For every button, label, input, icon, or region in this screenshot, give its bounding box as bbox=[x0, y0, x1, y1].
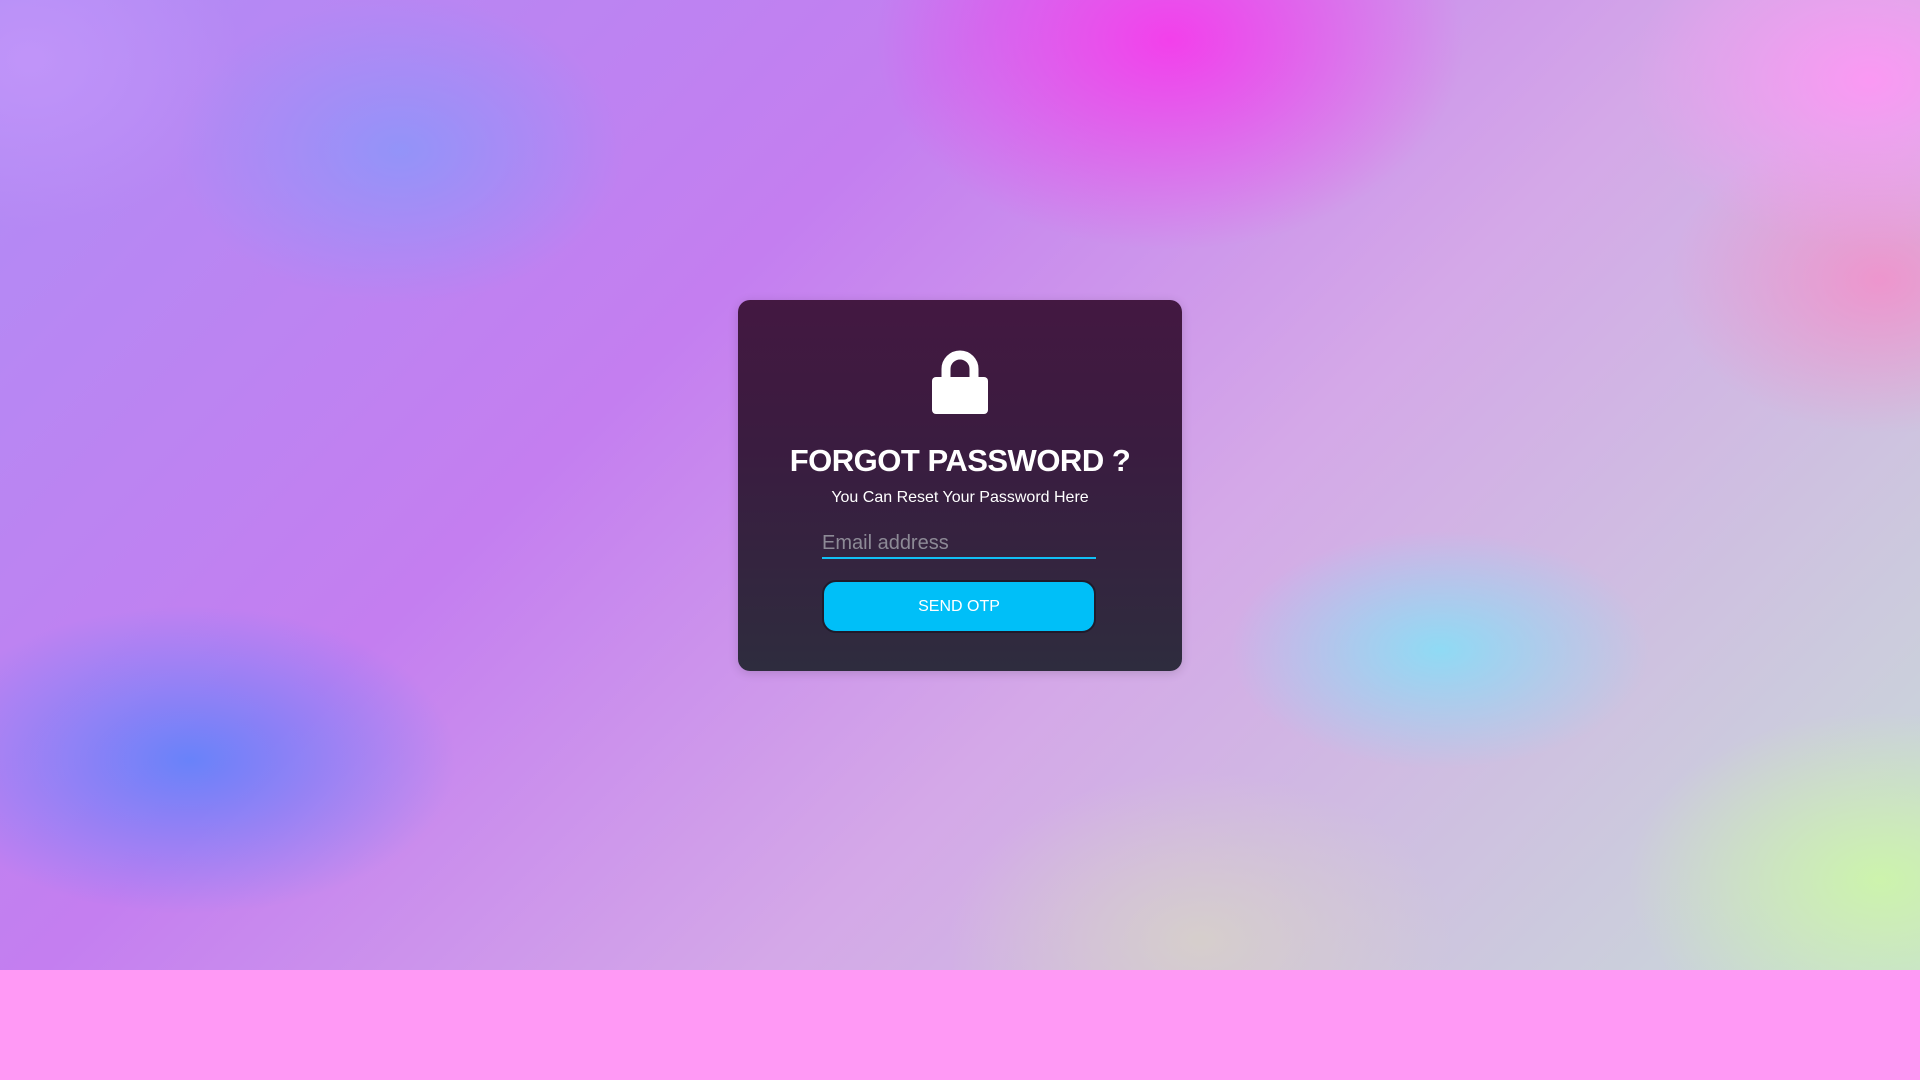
email-field[interactable] bbox=[822, 529, 1096, 559]
lock-icon bbox=[932, 350, 988, 414]
page-subtitle: You Can Reset Your Password Here bbox=[831, 489, 1089, 506]
send-otp-button[interactable]: SEND OTP bbox=[822, 580, 1096, 633]
page-title: FORGOT PASSWORD ? bbox=[789, 443, 1131, 478]
forgot-password-card: FORGOT PASSWORD ? You Can Reset Your Pas… bbox=[738, 300, 1182, 671]
